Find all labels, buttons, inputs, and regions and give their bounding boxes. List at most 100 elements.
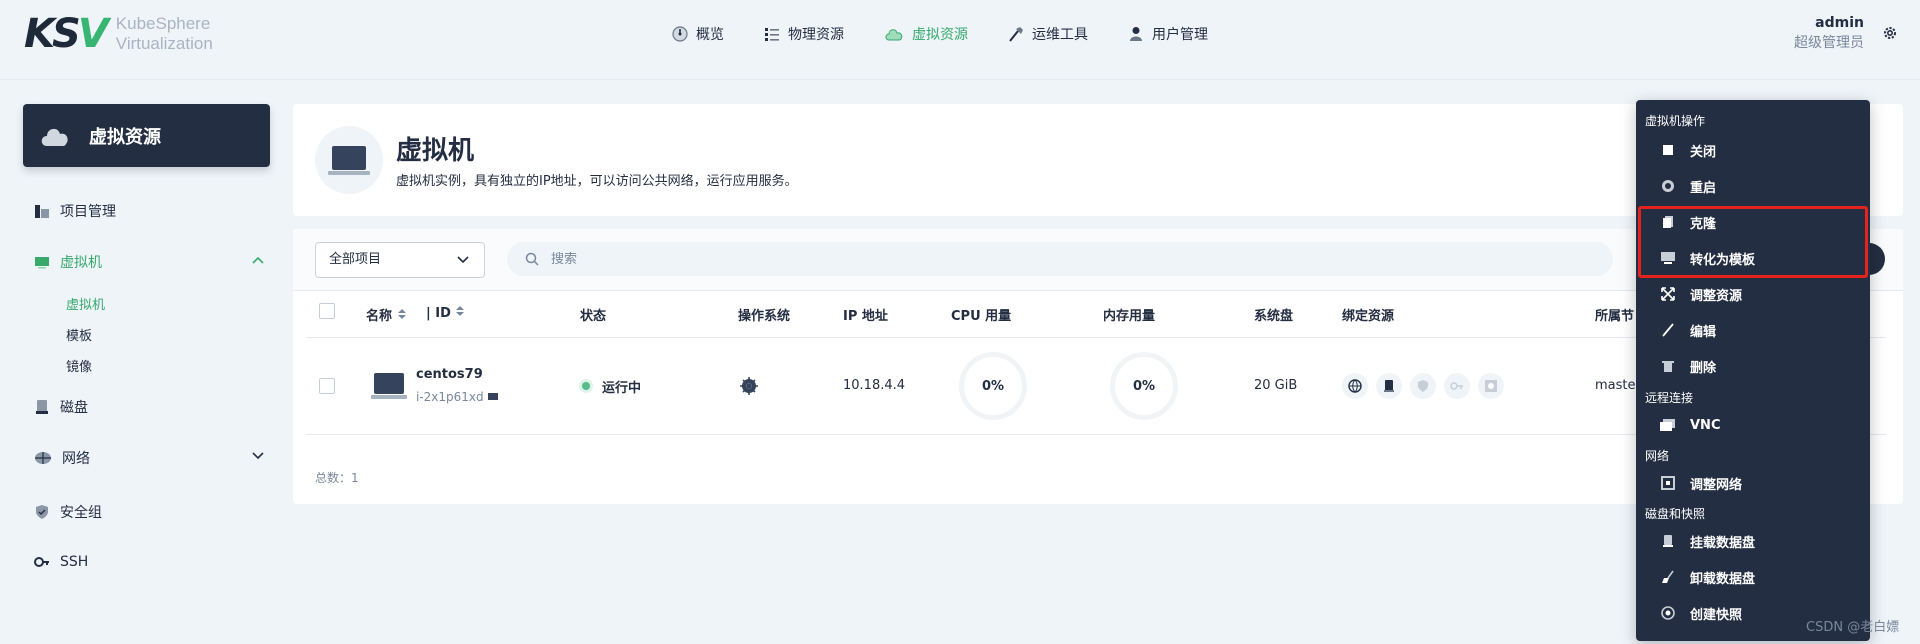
menu-item-unmount-disk[interactable]: 卸载数据盘 [1636, 562, 1870, 592]
nav-user-management[interactable]: 用户管理 [1128, 22, 1208, 46]
disk-icon [36, 400, 48, 414]
sort-icon [456, 306, 465, 316]
sidebar-item-vm[interactable]: 虚拟机 [34, 251, 264, 273]
row-checkbox[interactable] [319, 378, 335, 394]
vm-actions-dropdown: 虚拟机操作 关闭 重启 克隆 转化为模板 调整资源 编辑 删除 远程连接 VNC… [1636, 100, 1870, 641]
globe-icon[interactable] [1342, 373, 1368, 399]
menu-item-delete[interactable]: 删除 [1636, 351, 1870, 381]
col-id[interactable]: | ID [426, 305, 465, 321]
total-count: 总数：1 [315, 471, 359, 485]
col-os: 操作系统 [738, 309, 791, 324]
trash-icon [1660, 358, 1676, 374]
nav-virtual-resources[interactable]: 虚拟资源 [884, 22, 968, 46]
page-title: 虚拟机 [396, 136, 475, 166]
main-nav: 概览 物理资源 虚拟资源 运维工具 用户管理 [672, 22, 1248, 46]
menu-group-network: 网络 [1645, 449, 1670, 463]
gpu-icon[interactable] [1478, 373, 1504, 399]
centos-logo-icon [740, 377, 758, 395]
gear-icon[interactable] [1882, 25, 1898, 41]
vm-id: i-2x1p61xd [416, 390, 499, 404]
sidebar-subitem-template[interactable]: 模板 [66, 325, 92, 344]
copy-icon[interactable] [487, 391, 499, 401]
watermark: CSDN @老白嫖 [1806, 620, 1900, 635]
menu-item-adjust-network[interactable]: 调整网络 [1636, 468, 1870, 498]
cloud-icon [41, 128, 68, 146]
list-icon [765, 28, 779, 41]
search-icon [525, 252, 539, 266]
sidebar-header: 虚拟资源 [23, 104, 270, 167]
chevron-down-icon[interactable] [252, 452, 264, 460]
disk-icon[interactable] [1376, 373, 1402, 399]
user-role: 超级管理员 [1794, 35, 1864, 51]
menu-item-vnc[interactable]: VNC [1636, 410, 1870, 440]
sidebar-item-security-group[interactable]: 安全组 [34, 501, 264, 523]
menu-item-restart[interactable]: 重启 [1636, 171, 1870, 201]
window-icon [1660, 417, 1676, 433]
menu-item-mount-disk[interactable]: 挂载数据盘 [1636, 526, 1870, 556]
laptop-icon [371, 373, 407, 399]
top-header: KSV KubeSphere Virtualization 概览 物理资源 虚拟… [0, 0, 1920, 80]
col-ip: IP 地址 [843, 309, 888, 324]
dashboard-icon [672, 26, 688, 42]
user-info[interactable]: admin 超级管理员 [1794, 14, 1864, 54]
sort-icon [397, 309, 406, 319]
chevron-down-icon [457, 256, 469, 264]
col-disk: 系统盘 [1254, 309, 1294, 324]
shield-icon [36, 505, 48, 519]
sidebar-item-network[interactable]: 网络 [34, 447, 264, 469]
laptop-icon [328, 146, 370, 175]
cloud-icon [885, 29, 903, 41]
logo-mark: KSV [24, 11, 109, 57]
shield-icon[interactable] [1410, 373, 1436, 399]
resize-icon [1660, 286, 1676, 302]
search-input[interactable] [551, 251, 1451, 267]
menu-item-clone[interactable]: 克隆 [1636, 207, 1870, 237]
project-select[interactable]: 全部项目 [315, 242, 485, 278]
logo[interactable]: KSV KubeSphere Virtualization [24, 11, 213, 57]
globe-icon [35, 452, 51, 464]
select-all-checkbox[interactable] [319, 303, 335, 319]
menu-group-disk: 磁盘和快照 [1645, 507, 1706, 521]
menu-group-vm-ops: 虚拟机操作 [1645, 114, 1706, 128]
network-icon [1660, 475, 1676, 491]
user-icon [1130, 27, 1142, 41]
sidebar-subitem-vm[interactable]: 虚拟机 [66, 294, 105, 313]
memory-usage-gauge: 0% [1110, 352, 1178, 420]
status-running-dot [582, 382, 590, 390]
building-icon [35, 205, 49, 218]
cpu-usage-gauge: 0% [959, 352, 1027, 420]
menu-item-to-template[interactable]: 转化为模板 [1636, 243, 1870, 273]
col-status: 状态 [580, 309, 607, 324]
snapshot-icon [1660, 605, 1676, 621]
menu-item-edit[interactable]: 编辑 [1636, 315, 1870, 345]
restart-icon [1660, 178, 1676, 194]
menu-group-remote: 远程连接 [1645, 391, 1694, 405]
sidebar-item-ssh[interactable]: SSH [34, 551, 264, 573]
sidebar-item-disk[interactable]: 磁盘 [34, 396, 264, 418]
menu-item-close[interactable]: 关闭 [1636, 135, 1870, 165]
broom-icon [1660, 569, 1676, 585]
chevron-up-icon[interactable] [252, 256, 264, 264]
nav-overview[interactable]: 概览 [672, 22, 724, 46]
col-resources: 绑定资源 [1342, 309, 1395, 324]
nav-physical-resources[interactable]: 物理资源 [764, 22, 844, 46]
sidebar-item-projects[interactable]: 项目管理 [34, 200, 264, 222]
logo-text: KubeSphere Virtualization [115, 14, 213, 53]
page-description: 虚拟机实例，具有独立的IP地址，可以访问公共网络，运行应用服务。 [396, 174, 798, 189]
disk-icon [1660, 533, 1676, 549]
sidebar-subitem-image[interactable]: 镜像 [66, 356, 92, 375]
search-bar[interactable] [507, 242, 1613, 276]
hammer-icon [1009, 27, 1023, 42]
col-name[interactable]: 名称 [366, 305, 407, 324]
vm-page-icon [315, 126, 383, 194]
vm-name-link[interactable]: centos79 [416, 367, 483, 382]
stop-icon [1660, 142, 1676, 158]
vm-node: master [1595, 378, 1641, 393]
col-memory: 内存用量 [1103, 309, 1156, 324]
menu-item-resize[interactable]: 调整资源 [1636, 279, 1870, 309]
key-icon[interactable] [1444, 373, 1470, 399]
pen-icon [1660, 322, 1676, 338]
key-icon [34, 557, 49, 567]
col-cpu: CPU 用量 [951, 309, 1012, 324]
nav-ops-tools[interactable]: 运维工具 [1008, 22, 1088, 46]
